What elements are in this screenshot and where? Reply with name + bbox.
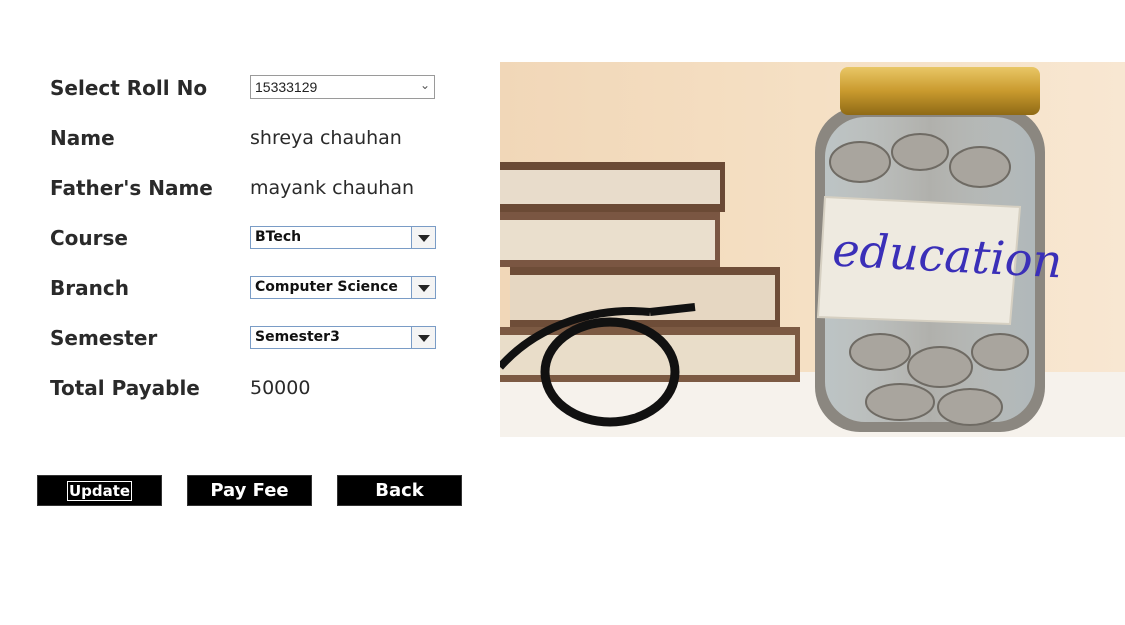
branch-label: Branch [50, 276, 129, 300]
semester-label: Semester [50, 326, 158, 350]
name-label: Name [50, 126, 115, 150]
caret-down-icon [418, 235, 430, 242]
education-jar-image: education [500, 62, 1125, 437]
branch-value: Computer Science [255, 279, 398, 295]
course-select[interactable]: BTech [250, 226, 436, 249]
update-button[interactable]: Update [37, 475, 162, 506]
branch-dropdown-button[interactable] [411, 277, 435, 298]
semester-dropdown-button[interactable] [411, 327, 435, 348]
semester-value: Semester3 [255, 329, 340, 345]
course-label: Course [50, 226, 128, 250]
coin-jar: education [815, 67, 1064, 432]
father-name-value: mayank chauhan [250, 177, 415, 199]
course-dropdown-button[interactable] [411, 227, 435, 248]
roll-no-select[interactable]: 15333129 ⌄ [250, 75, 435, 99]
pay-fee-button[interactable]: Pay Fee [187, 475, 312, 506]
chevron-down-icon: ⌄ [419, 78, 430, 92]
name-value: shreya chauhan [250, 127, 402, 149]
roll-no-value: 15333129 [255, 79, 318, 95]
back-button[interactable]: Back [337, 475, 462, 506]
father-name-label: Father's Name [50, 176, 213, 200]
update-button-label: Update [66, 481, 133, 501]
roll-no-label: Select Roll No [50, 76, 208, 100]
total-payable-value: 50000 [250, 377, 311, 399]
caret-down-icon [418, 285, 430, 292]
course-value: BTech [255, 229, 302, 245]
branch-select[interactable]: Computer Science [250, 276, 436, 299]
semester-select[interactable]: Semester3 [250, 326, 436, 349]
caret-down-icon [418, 335, 430, 342]
total-payable-label: Total Payable [50, 376, 200, 400]
